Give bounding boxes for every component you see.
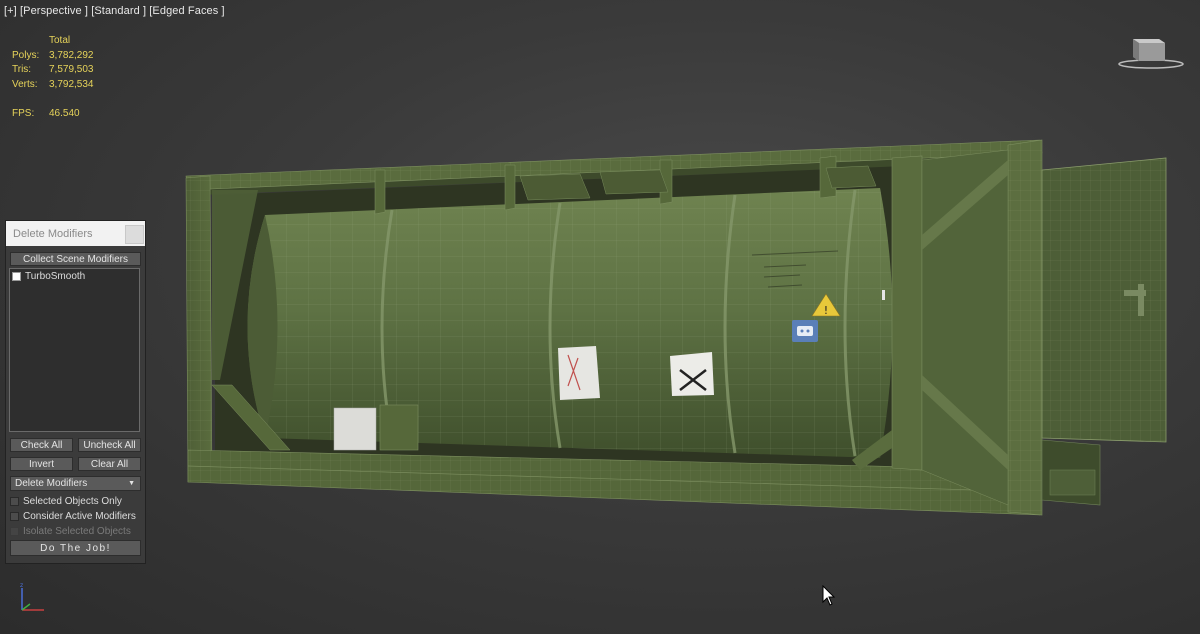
svg-text:!: !: [824, 304, 828, 317]
close-icon[interactable]: [125, 225, 144, 244]
invert-button[interactable]: Invert: [10, 457, 73, 471]
uncheck-all-button[interactable]: Uncheck All: [78, 438, 141, 452]
list-item[interactable]: TurboSmooth: [10, 269, 139, 282]
check-all-button[interactable]: Check All: [10, 438, 73, 452]
checkbox: [10, 527, 19, 536]
isolate-selected-objects-option: Isolate Selected Objects: [10, 526, 131, 537]
consider-active-modifiers-option[interactable]: Consider Active Modifiers: [10, 511, 136, 522]
panel-title-bar[interactable]: Delete Modifiers: [6, 221, 145, 246]
chevron-down-icon: ▼: [128, 480, 135, 487]
checkbox[interactable]: [10, 497, 19, 506]
panel-title: Delete Modifiers: [13, 227, 93, 240]
collect-scene-modifiers-button[interactable]: Collect Scene Modifiers: [10, 252, 141, 266]
mode-dropdown[interactable]: Delete Modifiers ▼: [10, 476, 141, 491]
mouse-cursor-icon: [822, 585, 836, 606]
delete-modifiers-panel: Delete Modifiers Collect Scene Modifiers…: [5, 220, 146, 564]
do-the-job-button[interactable]: Do The Job!: [10, 540, 141, 556]
selected-objects-only-option[interactable]: Selected Objects Only: [10, 496, 122, 507]
svg-text:z: z: [20, 582, 23, 589]
clear-all-button[interactable]: Clear All: [78, 457, 141, 471]
checkbox[interactable]: [10, 512, 19, 521]
checkbox[interactable]: [12, 272, 21, 281]
modifier-list[interactable]: TurboSmooth: [9, 268, 140, 432]
tank-container-model[interactable]: !: [0, 0, 1200, 634]
axis-gizmo-icon: z: [20, 582, 44, 611]
